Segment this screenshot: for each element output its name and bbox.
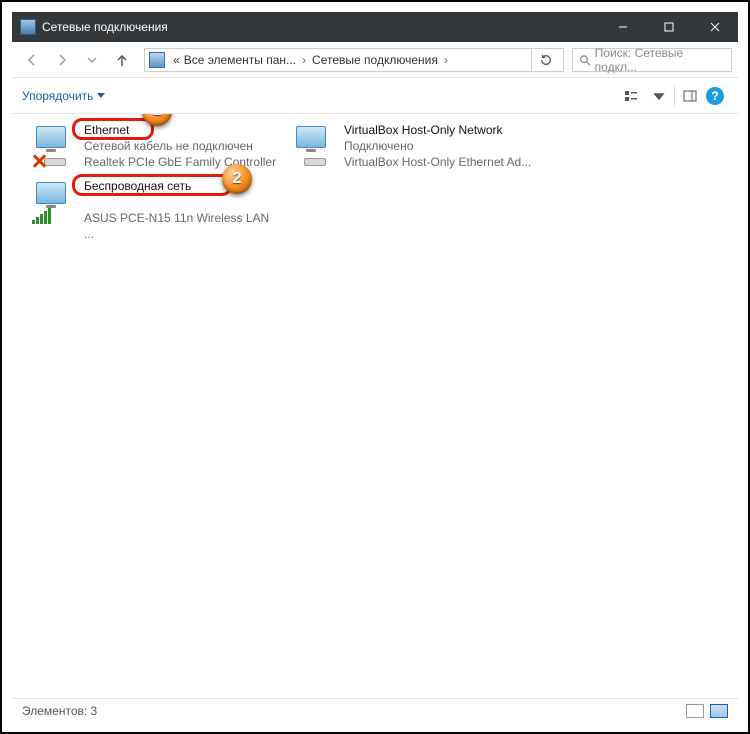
details-view-icon[interactable]	[686, 704, 704, 718]
signal-bars-icon	[32, 208, 51, 224]
address-bar[interactable]: « Все элементы пан... › Сетевые подключе…	[144, 48, 564, 72]
item-count: Элементов: 3	[22, 704, 97, 718]
breadcrumb-2[interactable]: Сетевые подключения	[310, 53, 440, 67]
preview-pane-button[interactable]	[674, 85, 700, 107]
app-icon	[20, 19, 36, 35]
maximize-button[interactable]	[646, 12, 692, 42]
chevron-down-icon	[97, 93, 105, 98]
search-placeholder: Поиск: Сетевые подкл...	[595, 46, 725, 74]
adapter-device: VirtualBox Host-Only Ethernet Ad...	[344, 154, 531, 170]
chevron-right-icon[interactable]: ›	[298, 53, 310, 67]
refresh-button[interactable]	[531, 48, 559, 72]
chevron-right-icon[interactable]: ›	[440, 53, 452, 67]
annotation-marker-2: 2	[222, 164, 252, 194]
screenshot-frame: Сетевые подключения	[0, 0, 750, 734]
control-panel-icon	[149, 52, 165, 68]
ethernet-icon	[30, 122, 78, 170]
close-button[interactable]	[692, 12, 738, 42]
up-button[interactable]	[108, 46, 136, 74]
search-input[interactable]: Поиск: Сетевые подкл...	[572, 48, 732, 72]
nav-row: « Все элементы пан... › Сетевые подключе…	[12, 42, 738, 78]
crumb-prefix: «	[171, 53, 182, 67]
tiles-view-icon[interactable]	[710, 704, 728, 718]
highlight-wireless	[72, 174, 232, 196]
adapter-status: Подключено	[344, 138, 531, 154]
adapter-virtualbox[interactable]: VirtualBox Host-Only Network Подключено …	[290, 122, 540, 170]
minimize-button[interactable]	[600, 12, 646, 42]
window: Сетевые подключения	[12, 12, 738, 722]
organize-label: Упорядочить	[22, 89, 93, 103]
adapter-ethernet[interactable]: Ethernet Сетевой кабель не подключен Rea…	[30, 122, 280, 170]
status-bar: Элементов: 3	[12, 698, 738, 722]
highlight-ethernet	[72, 118, 154, 140]
content-pane[interactable]: Ethernet Сетевой кабель не подключен Rea…	[12, 114, 738, 698]
adapter-device: ASUS PCE-N15 11n Wireless LAN ...	[84, 210, 280, 242]
organize-button[interactable]: Упорядочить	[22, 89, 105, 103]
adapter-name: VirtualBox Host-Only Network	[344, 122, 531, 138]
recent-dropdown[interactable]	[78, 46, 106, 74]
wifi-icon	[30, 178, 78, 226]
adapter-status	[84, 194, 280, 210]
toolbar: Упорядочить ?	[12, 78, 738, 114]
forward-button[interactable]	[48, 46, 76, 74]
back-button[interactable]	[18, 46, 46, 74]
breadcrumb-1[interactable]: Все элементы пан...	[182, 53, 298, 67]
adapter-status: Сетевой кабель не подключен	[84, 138, 276, 154]
view-dropdown[interactable]	[646, 85, 672, 107]
help-button[interactable]: ?	[702, 85, 728, 107]
window-title: Сетевые подключения	[42, 20, 600, 34]
ethernet-icon	[290, 122, 338, 170]
titlebar: Сетевые подключения	[12, 12, 738, 42]
disconnected-icon	[32, 154, 46, 168]
help-icon: ?	[706, 87, 724, 105]
view-mode-button[interactable]	[618, 85, 644, 107]
